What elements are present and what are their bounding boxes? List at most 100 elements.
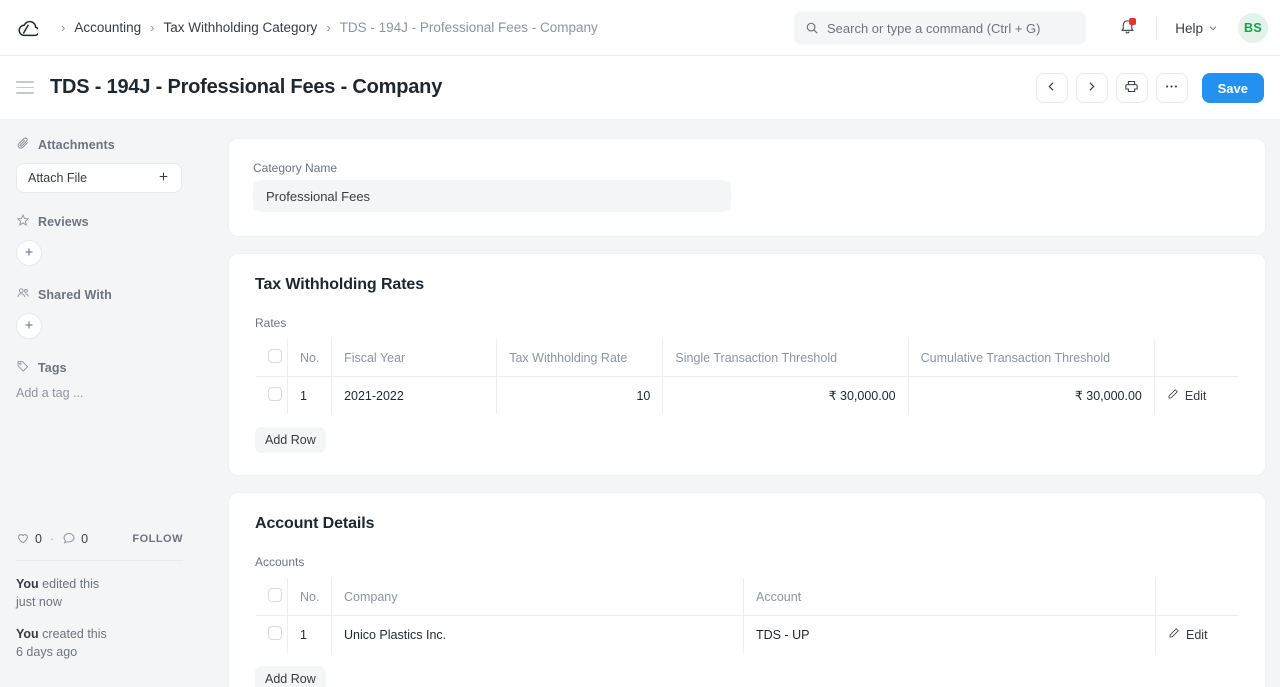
- select-all-cell: [256, 339, 288, 377]
- pencil-icon: [1167, 388, 1179, 403]
- notifications-button[interactable]: [1110, 11, 1144, 45]
- accounts-grid-label: Accounts: [255, 555, 1239, 569]
- cell-cumulative-threshold[interactable]: ₹ 30,000.00: [908, 377, 1154, 415]
- column-header-fiscal-year: Fiscal Year: [332, 339, 497, 377]
- add-tag-input[interactable]: Add a tag ...: [16, 386, 212, 400]
- search-input[interactable]: [827, 21, 1075, 36]
- heart-icon[interactable]: [16, 531, 30, 548]
- accounts-table: No. Company Account 1 Unico Plastics Inc…: [255, 577, 1240, 654]
- activity-created: You created this 6 days ago: [16, 625, 183, 661]
- breadcrumb-item-tax-withholding-category[interactable]: Tax Withholding Category: [163, 20, 317, 35]
- help-menu-button[interactable]: Help: [1169, 17, 1224, 40]
- breadcrumb: › Accounting › Tax Withholding Category …: [52, 20, 598, 35]
- top-navbar: › Accounting › Tax Withholding Category …: [0, 0, 1280, 56]
- tag-icon: [16, 359, 30, 376]
- attach-file-button[interactable]: Attach File: [16, 163, 182, 193]
- column-header-single-threshold: Single Transaction Threshold: [663, 339, 908, 377]
- select-all-checkbox[interactable]: [268, 588, 282, 602]
- hamburger-icon[interactable]: [16, 75, 42, 101]
- row-checkbox[interactable]: [268, 387, 282, 401]
- paperclip-icon: [16, 136, 30, 153]
- cell-no: 1: [288, 616, 332, 654]
- row-checkbox[interactable]: [268, 626, 282, 640]
- like-count: 0: [35, 532, 42, 546]
- edit-row-button[interactable]: Edit: [1168, 627, 1208, 642]
- activity-action: edited this: [39, 577, 99, 591]
- activity-timestamp: just now: [16, 593, 183, 611]
- navbar-divider: [1156, 17, 1157, 39]
- form-sidebar: Attachments Attach File Reviews: [0, 120, 228, 687]
- table-row[interactable]: 1 2021-2022 10 ₹ 30,000.00 ₹ 30,000.00: [256, 377, 1239, 415]
- page-header: TDS - 194J - Professional Fees - Company: [0, 56, 1280, 120]
- account-details-title: Account Details: [255, 515, 1239, 533]
- table-row[interactable]: 1 Unico Plastics Inc. TDS - UP Edit: [256, 616, 1240, 654]
- select-all-checkbox[interactable]: [268, 349, 282, 363]
- column-header-account: Account: [744, 578, 1156, 616]
- navbar-right-actions: Help BS: [1110, 0, 1268, 56]
- cell-edit: Edit: [1154, 377, 1238, 415]
- add-review-button[interactable]: [16, 240, 42, 266]
- chevron-left-icon: [1045, 80, 1058, 96]
- tax-withholding-rates-card: Tax Withholding Rates Rates No. Fiscal Y…: [228, 253, 1266, 476]
- breadcrumb-separator: ›: [150, 20, 154, 35]
- rates-grid-label: Rates: [255, 316, 1239, 330]
- table-header-row: No. Company Account: [256, 578, 1240, 616]
- cell-rate[interactable]: 10: [497, 377, 663, 415]
- edit-row-button[interactable]: Edit: [1167, 388, 1207, 403]
- avatar[interactable]: BS: [1238, 13, 1268, 43]
- column-header-rate: Tax Withholding Rate: [497, 339, 663, 377]
- chevron-down-icon: [1208, 21, 1218, 36]
- cell-single-threshold[interactable]: ₹ 30,000.00: [663, 377, 908, 415]
- page-header-actions: Save: [1036, 56, 1264, 120]
- category-name-input[interactable]: Professional Fees: [253, 180, 731, 212]
- frappe-cloud-logo-icon[interactable]: [12, 13, 42, 43]
- print-button[interactable]: [1116, 73, 1148, 103]
- help-label: Help: [1175, 21, 1203, 36]
- more-actions-button[interactable]: [1156, 73, 1188, 103]
- sidebar-section-shared-with: Shared With: [16, 286, 212, 339]
- page-body: Attachments Attach File Reviews: [0, 120, 1280, 687]
- form-main: Category Name Professional Fees Tax With…: [228, 120, 1280, 687]
- printer-icon: [1124, 79, 1139, 97]
- sidebar-section-reviews: Reviews: [16, 213, 212, 266]
- cell-company[interactable]: Unico Plastics Inc.: [332, 616, 744, 654]
- edit-label: Edit: [1186, 628, 1208, 642]
- engagement-separator: ·: [50, 532, 54, 546]
- account-details-card: Account Details Accounts No. Company Acc…: [228, 492, 1266, 687]
- breadcrumb-item-current: TDS - 194J - Professional Fees - Company: [340, 20, 598, 35]
- rates-add-row-button[interactable]: Add Row: [255, 427, 326, 453]
- select-all-cell: [256, 578, 288, 616]
- edit-label: Edit: [1185, 389, 1207, 403]
- reviews-label: Reviews: [38, 215, 89, 229]
- sidebar-divider: [16, 560, 183, 561]
- reviews-heading: Reviews: [16, 213, 212, 230]
- column-header-no: No.: [288, 339, 332, 377]
- accounts-add-row-button[interactable]: Add Row: [255, 666, 326, 687]
- next-document-button[interactable]: [1076, 73, 1108, 103]
- notification-badge: [1129, 18, 1136, 25]
- breadcrumb-item-accounting[interactable]: Accounting: [74, 20, 141, 35]
- previous-document-button[interactable]: [1036, 73, 1068, 103]
- add-share-button[interactable]: [16, 313, 42, 339]
- tags-label: Tags: [38, 361, 67, 375]
- save-button[interactable]: Save: [1202, 73, 1264, 103]
- column-header-actions: [1156, 578, 1240, 616]
- comment-icon[interactable]: [62, 531, 76, 548]
- pencil-icon: [1168, 627, 1180, 642]
- row-select-cell: [256, 616, 288, 654]
- category-card: Category Name Professional Fees: [228, 138, 1266, 237]
- attachments-label: Attachments: [38, 138, 115, 152]
- sidebar-section-attachments: Attachments Attach File: [16, 136, 212, 193]
- shared-with-heading: Shared With: [16, 286, 212, 303]
- sidebar-section-tags: Tags Add a tag ...: [16, 359, 212, 400]
- engagement-row: 0 · 0 FOLLOW: [16, 531, 183, 548]
- global-search[interactable]: [794, 11, 1086, 45]
- comment-count: 0: [81, 532, 88, 546]
- cell-fiscal-year[interactable]: 2021-2022: [332, 377, 497, 415]
- column-header-company: Company: [332, 578, 744, 616]
- plus-icon: [23, 246, 35, 261]
- activity-actor: You: [16, 577, 39, 591]
- follow-button[interactable]: FOLLOW: [132, 533, 183, 545]
- cell-account[interactable]: TDS - UP: [744, 616, 1156, 654]
- column-header-cumulative-threshold: Cumulative Transaction Threshold: [908, 339, 1154, 377]
